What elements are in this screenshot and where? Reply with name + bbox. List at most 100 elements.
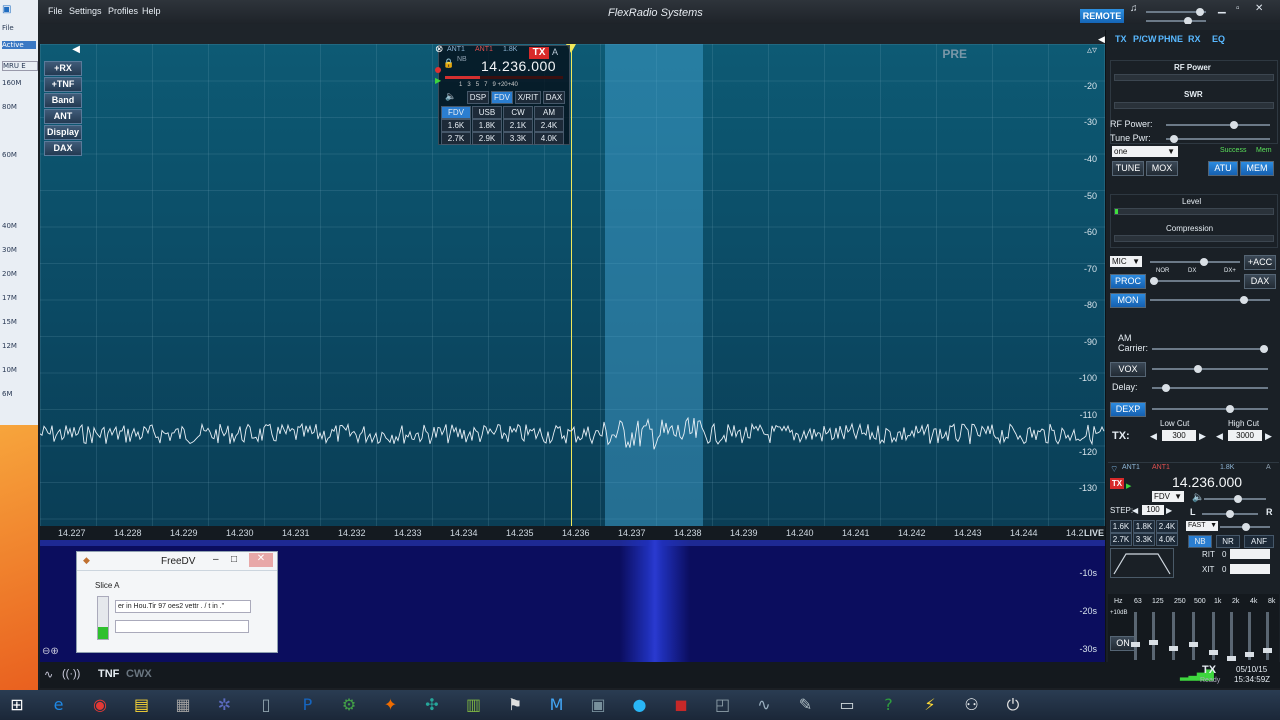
collapse-right-icon[interactable]: ◀ [1098, 34, 1105, 45]
app-icon[interactable]: ▦ [172, 694, 194, 716]
audio-pan-slider[interactable] [1202, 510, 1258, 518]
high-cut-decrease-icon[interactable]: ◀ [1216, 431, 1223, 442]
mic-source-select[interactable]: MIC ▼ [1110, 256, 1142, 267]
panel-filter-4[interactable]: 2.7K [1110, 533, 1132, 546]
tx-profile-select[interactable]: one ▼ [1112, 146, 1178, 157]
frequency-scale[interactable]: 14.227 14.228 14.229 14.230 14.231 14.23… [40, 526, 1105, 540]
slice-flag[interactable]: ⊗ ANT1 ANT1 1.8K TX A NB 🔒 14.236.000 ▶ … [435, 44, 570, 145]
panel-filter-6[interactable]: 4.0K [1156, 533, 1178, 546]
chrome-icon[interactable]: ◉ [89, 694, 111, 716]
powerpoint-icon[interactable]: P [297, 694, 319, 716]
filter-shape-icon[interactable] [1110, 548, 1174, 578]
eq-slider-track[interactable] [1227, 612, 1236, 661]
eq-slider-track[interactable] [1149, 612, 1158, 660]
lock-icon[interactable]: 🔒 [443, 58, 454, 69]
bg-mru-item[interactable]: MRU E [2, 61, 38, 71]
acc-button[interactable]: +ACC [1244, 255, 1276, 270]
broadcast-icon[interactable]: ((·)) [62, 668, 80, 680]
volume-slider[interactable] [1146, 8, 1206, 16]
eq-slider-knob[interactable] [1189, 642, 1198, 647]
lightning-icon[interactable]: ⚡ [919, 694, 941, 716]
bg-band-80m[interactable]: 80M [2, 103, 36, 111]
bg-band-10m[interactable]: 10M [2, 366, 36, 374]
panadapter[interactable]: PRE -20 -30 -40 -50 -60 -70 -80 -90 -100… [40, 44, 1105, 526]
power-icon[interactable]: ⏻ [1002, 694, 1024, 716]
freedv-window[interactable]: ◆ FreeDV – □ ✕ Slice A er in Hou.Tir 97 … [76, 551, 278, 653]
excel-icon[interactable]: ▥ [463, 694, 485, 716]
agc-threshold-slider[interactable] [1220, 523, 1270, 531]
game-icon[interactable]: ✦ [380, 694, 402, 716]
maximize-icon[interactable]: ▫ [1236, 3, 1240, 14]
low-cut-value[interactable]: 300 [1162, 430, 1196, 441]
proc-button[interactable]: PROC [1110, 274, 1146, 289]
eq-slider-knob[interactable] [1209, 650, 1218, 655]
settings-icon[interactable]: ✲ [214, 694, 236, 716]
dsp-tab[interactable]: DSP [467, 91, 489, 104]
eq-slider-track[interactable] [1209, 612, 1218, 660]
bg-active-tab[interactable]: Active [2, 41, 36, 49]
mon-button[interactable]: MON [1110, 293, 1146, 308]
close-icon[interactable]: ✕ [1255, 3, 1263, 14]
book-icon[interactable]: ▭ [836, 694, 858, 716]
rit-input[interactable] [1230, 549, 1270, 559]
rx-antenna[interactable]: ANT1 [447, 46, 465, 53]
low-cut-increase-icon[interactable]: ▶ [1199, 431, 1206, 442]
rf-power-slider[interactable] [1166, 121, 1270, 129]
zoom-icons[interactable]: ⊖⊕ [42, 646, 59, 657]
rx-antenna-panel[interactable]: ANT1 [1122, 464, 1140, 471]
tab-tx[interactable]: TX [1115, 34, 1127, 44]
xrit-tab[interactable]: X/RIT [515, 91, 541, 104]
browser-icon[interactable]: ✣ [421, 694, 443, 716]
panel-filter-5[interactable]: 3.3K [1133, 533, 1155, 546]
menu-help[interactable]: Help [142, 6, 161, 16]
dax-button[interactable]: DAX [44, 141, 82, 156]
slice-frequency[interactable]: 14.236.000 [481, 58, 556, 74]
audio-gain-slider[interactable] [1204, 495, 1266, 503]
eq-slider-knob[interactable] [1169, 646, 1178, 651]
help-icon[interactable]: ? [878, 694, 900, 716]
dax-tab[interactable]: DAX [543, 91, 565, 104]
dexp-slider[interactable] [1152, 405, 1268, 413]
dexp-button[interactable]: DEXP [1110, 402, 1146, 417]
panel-frequency[interactable]: 14.236.000 [1172, 474, 1242, 490]
eq-slider-knob[interactable] [1227, 656, 1236, 661]
flex-icon[interactable]: ⚑ [504, 694, 526, 716]
eq-slider-knob[interactable] [1245, 652, 1254, 657]
mode-fdv[interactable]: FDV [441, 106, 471, 119]
vox-delay-slider[interactable] [1152, 384, 1268, 392]
filter-2-1k[interactable]: 2.1K [503, 119, 533, 132]
panel-filter-3[interactable]: 2.4K [1156, 520, 1178, 533]
menu-profiles[interactable]: Profiles [108, 6, 138, 16]
atu-button[interactable]: ATU [1208, 161, 1238, 176]
ie-icon[interactable]: e [48, 694, 70, 716]
filter-3-3k[interactable]: 3.3K [503, 132, 533, 145]
high-cut-increase-icon[interactable]: ▶ [1265, 431, 1272, 442]
cwx-toggle[interactable]: CWX [126, 668, 152, 680]
bg-band-15m[interactable]: 15M [2, 318, 36, 326]
monitor-icon[interactable]: ▣ [587, 694, 609, 716]
bg-band-60m[interactable]: 60M [2, 151, 36, 159]
notepad-icon[interactable]: ▯ [255, 694, 277, 716]
bg-file-menu[interactable]: File [2, 24, 36, 32]
mox-button[interactable]: MOX [1146, 161, 1178, 176]
waveform-icon[interactable]: ∿ [44, 668, 53, 681]
collapse-arrow-icon[interactable]: ◀ [42, 44, 80, 56]
tx-antenna[interactable]: ANT1 [475, 46, 493, 53]
low-cut-decrease-icon[interactable]: ◀ [1150, 431, 1157, 442]
minimize-icon[interactable]: – [213, 554, 219, 565]
bg-band-40m[interactable]: 40M [2, 222, 36, 230]
bg-band-160m[interactable]: 160M [2, 79, 36, 87]
step-decrease-icon[interactable]: ◀ [1132, 506, 1138, 515]
am-carrier-slider[interactable] [1152, 345, 1268, 353]
add-tnf-button[interactable]: +TNF [44, 77, 82, 92]
wave-icon[interactable]: ∿ [753, 694, 775, 716]
tools2-icon[interactable]: ✎ [795, 694, 817, 716]
add-rx-button[interactable]: +RX [44, 61, 82, 76]
remote-button[interactable]: REMOTE [1080, 9, 1124, 23]
speaker-icon[interactable]: 🔈 [1192, 492, 1204, 503]
maximize-icon[interactable]: □ [231, 554, 237, 565]
binoculars-icon[interactable]: ⚇ [961, 694, 983, 716]
filter-4-0k[interactable]: 4.0K [534, 132, 564, 145]
bg-band-6m[interactable]: 6M [2, 390, 36, 398]
eq-slider-knob[interactable] [1263, 648, 1272, 653]
